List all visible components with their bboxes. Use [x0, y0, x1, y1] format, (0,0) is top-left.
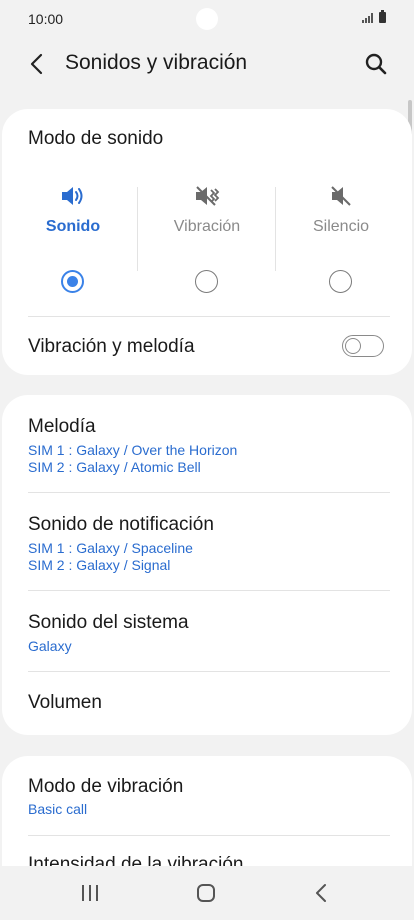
home-icon[interactable] [191, 880, 221, 906]
vibrate-ringtone-row[interactable]: Vibración y melodía [2, 317, 412, 375]
navigation-bar [0, 866, 414, 920]
mode-label-vibrate: Vibración [173, 218, 241, 235]
radio-vibrate[interactable] [195, 270, 218, 293]
mode-separator [137, 187, 138, 271]
battery-icon [379, 10, 386, 23]
volume-title: Volumen [28, 692, 102, 713]
system-sound-title: Sonido del sistema [28, 612, 189, 633]
ringtones-card: Melodía SIM 1 : Galaxy / Over the Horizo… [2, 395, 412, 735]
vibrate-icon [194, 184, 220, 208]
status-bar: 10:00 [0, 0, 414, 38]
ringtone-sim2: SIM 2 : Galaxy / Atomic Bell [28, 459, 201, 475]
volume-row[interactable]: Volumen [2, 672, 412, 735]
system-sound-row[interactable]: Sonido del sistema Galaxy [2, 591, 412, 671]
signal-icon [362, 13, 373, 23]
camera-cutout [196, 8, 218, 30]
mode-option-vibrate[interactable]: Vibración [139, 184, 275, 274]
mode-label-mute: Silencio [312, 218, 370, 235]
mute-icon [328, 184, 354, 208]
notification-sound-row[interactable]: Sonido de notificación SIM 1 : Galaxy / … [2, 493, 412, 590]
app-bar: Sonidos y vibración [0, 38, 414, 90]
back-arrow-icon[interactable] [24, 50, 52, 78]
sound-mode-card: Modo de sonido Sonido Vibración Silencio… [2, 109, 412, 375]
ringtone-title: Melodía [28, 416, 96, 437]
status-time: 10:00 [28, 11, 64, 27]
ringtone-sim1: SIM 1 : Galaxy / Over the Horizon [28, 442, 238, 458]
radio-mute[interactable] [329, 270, 352, 293]
notification-sound-sim1: SIM 1 : Galaxy / Spaceline [28, 540, 193, 556]
sound-mode-title: Modo de sonido [28, 128, 164, 149]
search-icon[interactable] [362, 50, 390, 78]
vibrate-ringtone-toggle[interactable] [342, 335, 384, 357]
notification-sound-sim2: SIM 2 : Galaxy / Signal [28, 557, 171, 573]
ringtone-row[interactable]: Melodía SIM 1 : Galaxy / Over the Horizo… [2, 395, 412, 492]
system-sound-value: Galaxy [28, 638, 72, 654]
page-title: Sonidos y vibración [65, 51, 248, 74]
toggle-knob [345, 337, 361, 354]
vibration-pattern-row[interactable]: Modo de vibración Basic call [2, 756, 412, 835]
mode-option-mute[interactable]: Silencio [273, 184, 409, 274]
notification-sound-title: Sonido de notificación [28, 514, 214, 535]
mode-label-sound: Sonido [45, 218, 101, 235]
radio-sound[interactable] [61, 270, 84, 293]
vibration-pattern-title: Modo de vibración [28, 776, 184, 797]
vibration-pattern-value: Basic call [28, 801, 88, 817]
mode-option-sound[interactable]: Sonido [5, 184, 141, 274]
back-nav-icon[interactable] [307, 880, 337, 906]
vibrate-ringtone-label: Vibración y melodía [28, 336, 195, 357]
speaker-icon [60, 184, 86, 208]
recent-apps-icon[interactable] [75, 880, 105, 906]
